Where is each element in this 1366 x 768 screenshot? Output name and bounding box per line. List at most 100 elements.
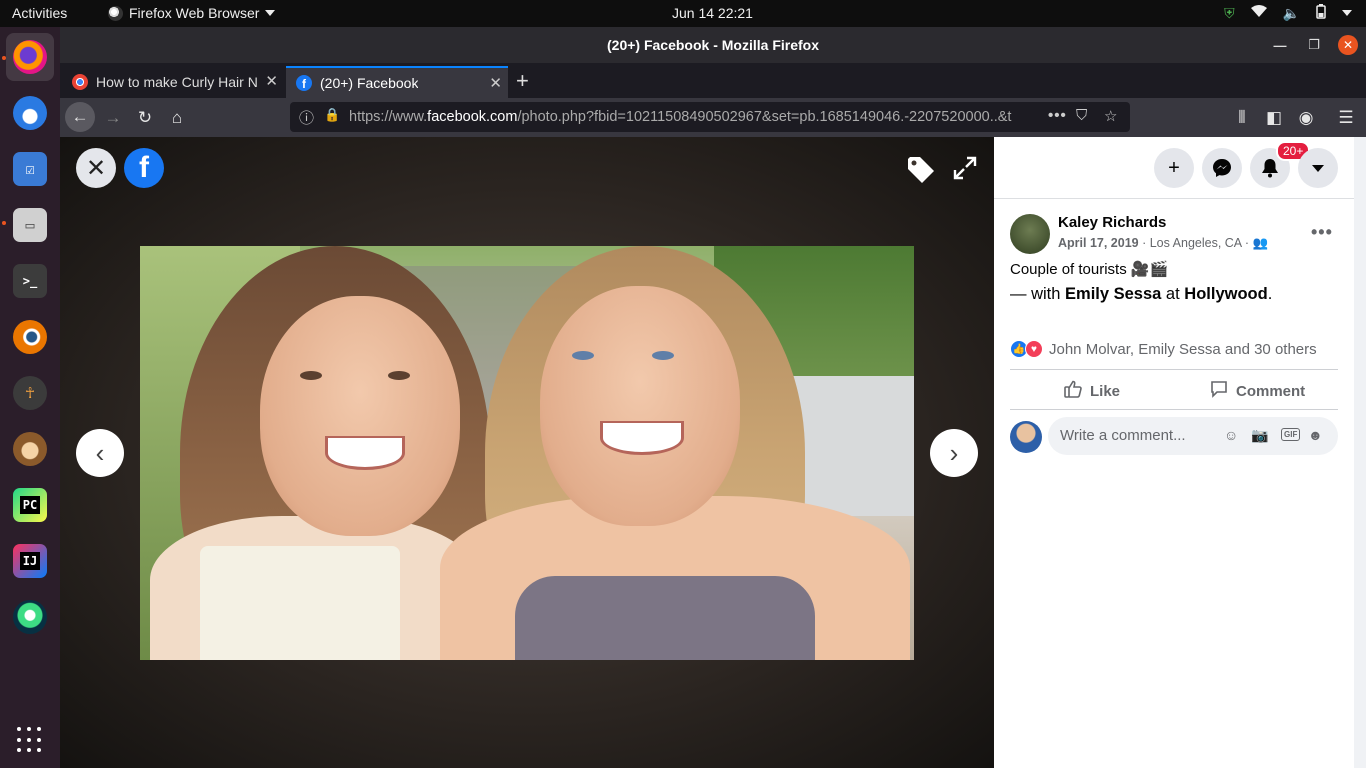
pycharm-icon: PC	[13, 488, 47, 522]
fullscreen-icon[interactable]	[952, 155, 978, 188]
with-prefix: — with	[1010, 285, 1066, 303]
wifi-icon[interactable]	[1250, 5, 1267, 21]
close-tab-icon[interactable]: ✕	[489, 74, 502, 92]
create-icon[interactable]: +	[1154, 148, 1194, 188]
reactions-text[interactable]: John Molvar, Emily Sessa and 30 others	[1049, 341, 1317, 358]
dock-thunderbird[interactable]	[6, 89, 54, 137]
maximize-icon[interactable]: ❐	[1304, 35, 1324, 55]
tag-icon[interactable]	[906, 155, 936, 192]
system-top-bar: Activities Firefox Web Browser Jun 14 22…	[0, 0, 1366, 27]
url-path: /photo.php?fbid=10211508490502967&set=pb…	[517, 109, 1012, 125]
tasks-icon: ☑	[13, 152, 47, 186]
camera-icon[interactable]: 📷	[1251, 427, 1268, 444]
thumbs-up-icon	[1064, 380, 1082, 402]
tab-label: (20+) Facebook	[320, 75, 419, 91]
gif-icon[interactable]: GIF	[1281, 428, 1301, 441]
tab-curly-hair[interactable]: How to make Curly Hair N ✕	[62, 66, 284, 98]
dock-tasks[interactable]: ☑	[6, 145, 54, 193]
new-tab-icon[interactable]: +	[516, 68, 529, 94]
dock-pycharm[interactable]: PC	[6, 481, 54, 529]
author-avatar[interactable]	[1010, 214, 1050, 254]
close-window-icon[interactable]: ✕	[1338, 35, 1358, 55]
account-icon[interactable]: ◉	[1292, 104, 1320, 132]
comment-input[interactable]: Write a comment... ☺ 📷 GIF ☻	[1048, 417, 1338, 455]
next-photo-icon[interactable]: ›	[930, 429, 978, 477]
reactions-summary[interactable]: 👍 ♥ John Molvar, Emily Sessa and 30 othe…	[1010, 339, 1317, 359]
info-icon[interactable]: ⓘ	[299, 107, 314, 128]
friends-audience-icon[interactable]: 👥	[1253, 236, 1269, 250]
post-location[interactable]: · Los Angeles, CA ·	[1139, 236, 1253, 250]
account-menu-icon[interactable]	[1298, 148, 1338, 188]
bookmark-star-icon[interactable]: ☆	[1104, 107, 1117, 125]
url-domain: facebook.com	[427, 109, 518, 125]
hamburger-menu-icon[interactable]: ☰	[1332, 104, 1360, 132]
current-user-avatar[interactable]	[1010, 421, 1042, 453]
navigation-toolbar: ← → ↻ ⌂ ⓘ 🔒 https://www.facebook.com/pho…	[60, 98, 1366, 137]
previous-photo-icon[interactable]: ‹	[76, 429, 124, 477]
minimize-icon[interactable]: —	[1270, 35, 1290, 55]
show-apps-icon[interactable]	[17, 727, 43, 753]
url-bar[interactable]: ⓘ 🔒 https://www.facebook.com/photo.php?f…	[290, 102, 1130, 132]
close-tab-icon[interactable]: ✕	[265, 72, 278, 90]
facebook-logo-icon[interactable]: f	[124, 148, 164, 188]
dock-files[interactable]: ▭	[6, 201, 54, 249]
comment-button[interactable]: Comment	[1210, 380, 1305, 402]
at-text: at	[1161, 285, 1185, 303]
home-icon[interactable]: ⌂	[163, 104, 191, 132]
scrollbar[interactable]	[1354, 137, 1366, 768]
figure-icon: ☥	[13, 376, 47, 410]
end-punct: .	[1267, 285, 1273, 303]
reload-icon[interactable]: ↻	[131, 104, 159, 132]
lock-icon[interactable]: 🔒	[324, 107, 340, 123]
chevron-down-icon[interactable]	[1342, 10, 1352, 16]
dock-firefox[interactable]	[6, 33, 54, 81]
comment-bubble-icon	[1210, 380, 1228, 402]
post-date[interactable]: April 17, 2019	[1058, 236, 1139, 250]
firefox-icon	[108, 5, 123, 21]
close-viewer-icon[interactable]: ✕	[76, 148, 116, 188]
thunderbird-icon	[13, 96, 47, 130]
url-text[interactable]: https://www.facebook.com/photo.php?fbid=…	[349, 109, 1039, 125]
dock-android-studio[interactable]	[6, 593, 54, 641]
battery-icon[interactable]	[1316, 4, 1326, 22]
dock-terminal[interactable]: >_	[6, 257, 54, 305]
like-button[interactable]: Like	[1064, 380, 1120, 402]
pocket-icon[interactable]: ⛉	[1076, 107, 1087, 124]
app-menu[interactable]: Firefox Web Browser	[108, 5, 276, 21]
clock[interactable]: Jun 14 22:21	[672, 5, 753, 21]
sidebar-icon[interactable]: ◧	[1260, 104, 1288, 132]
like-label: Like	[1090, 382, 1121, 400]
back-icon[interactable]: ←	[65, 102, 95, 132]
page-actions-icon[interactable]: •••	[1048, 107, 1067, 124]
dock-monkey[interactable]	[6, 425, 54, 473]
dock-intellij[interactable]: IJ	[6, 537, 54, 585]
author-name[interactable]: Kaley Richards	[1058, 214, 1166, 231]
volume-icon[interactable]: 🔈	[1283, 5, 1300, 22]
post-actions: Like Comment	[1010, 369, 1338, 410]
forward-icon[interactable]: →	[99, 104, 127, 132]
dock: ☑ ▭ >_ ☥ PC IJ	[0, 27, 60, 768]
library-icon[interactable]: ⫴	[1228, 104, 1256, 132]
firefox-icon	[13, 40, 47, 74]
dock-app-figure[interactable]: ☥	[6, 369, 54, 417]
shield-icon[interactable]: ⛨	[1224, 5, 1235, 22]
more-options-icon[interactable]: •••	[1311, 222, 1333, 243]
folder-icon: ▭	[13, 208, 47, 242]
activities-button[interactable]: Activities	[12, 5, 67, 21]
love-reaction-icon: ♥	[1025, 340, 1043, 358]
tab-bar: How to make Curly Hair N ✕ f (20+) Faceb…	[60, 63, 1366, 98]
blender-icon	[13, 320, 47, 354]
terminal-icon: >_	[13, 264, 47, 298]
post-meta: April 17, 2019 · Los Angeles, CA · 👥	[1058, 236, 1268, 251]
dock-blender[interactable]	[6, 313, 54, 361]
window-title: (20+) Facebook - Mozilla Firefox	[607, 37, 819, 53]
chrome-favicon-icon	[72, 74, 88, 90]
place-link[interactable]: Hollywood	[1184, 285, 1267, 303]
tagged-person-link[interactable]: Emily Sessa	[1065, 285, 1161, 303]
sticker-icon[interactable]: ☻	[1308, 427, 1323, 443]
emoji-icon[interactable]: ☺	[1224, 427, 1238, 443]
messenger-icon[interactable]	[1202, 148, 1242, 188]
system-tray[interactable]: ⛨ 🔈	[1224, 4, 1352, 22]
tab-facebook[interactable]: f (20+) Facebook ✕	[286, 66, 508, 98]
window-title-bar[interactable]: (20+) Facebook - Mozilla Firefox — ❐ ✕	[60, 27, 1366, 63]
